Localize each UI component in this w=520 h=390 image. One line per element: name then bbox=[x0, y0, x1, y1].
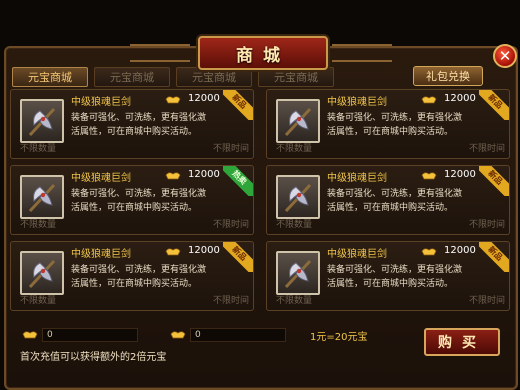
item-card[interactable]: 中级狼魂巨剑 12000 装备可强化、可洗练，更有强化激活属性，可在商城中购买活动。… bbox=[10, 241, 254, 311]
item-time-limit: 不限时间 bbox=[468, 220, 505, 230]
item-name: 中级狼魂巨剑 bbox=[71, 97, 131, 108]
item-card[interactable]: 中级狼魂巨剑 12000 装备可强化、可洗练，更有强化激活属性，可在商城中购买活动。… bbox=[10, 89, 254, 159]
item-quantity-limit: 不限数量 bbox=[20, 144, 57, 154]
item-description: 装备可强化、可洗练，更有强化激活属性，可在商城中购买活动。 bbox=[71, 113, 207, 137]
item-badge: 新品 bbox=[479, 242, 509, 272]
gold-ingot-icon bbox=[421, 96, 437, 104]
item-time-limit: 不限时间 bbox=[212, 296, 249, 306]
item-card[interactable]: 中级狼魂巨剑 12000 装备可强化、可洗练，更有强化激活属性，可在商城中购买活动。… bbox=[266, 165, 510, 235]
item-card[interactable]: 中级狼魂巨剑 12000 装备可强化、可洗练，更有强化激活属性，可在商城中购买活动。… bbox=[266, 89, 510, 159]
item-time-limit: 不限时间 bbox=[212, 220, 249, 230]
item-price: 12000 bbox=[444, 169, 476, 180]
item-price: 12000 bbox=[444, 245, 476, 256]
battle-axe-icon bbox=[20, 175, 64, 219]
item-description: 装备可强化、可洗练，更有强化激活属性，可在商城中购买活动。 bbox=[327, 265, 463, 289]
title-wing-right bbox=[332, 44, 392, 62]
battle-axe-icon bbox=[20, 251, 64, 295]
item-badge: 热卖 bbox=[223, 166, 253, 196]
gold-ingot-icon bbox=[165, 96, 181, 104]
gold-ingot-icon bbox=[165, 248, 181, 256]
item-badge-label: 新品 bbox=[479, 166, 509, 196]
window-title: 商城 bbox=[198, 36, 328, 70]
battle-axe-icon bbox=[20, 99, 64, 143]
item-price: 12000 bbox=[188, 169, 220, 180]
item-description: 装备可强化、可洗练，更有强化激活属性，可在商城中购买活动。 bbox=[327, 189, 463, 213]
item-time-limit: 不限时间 bbox=[468, 296, 505, 306]
item-time-limit: 不限时间 bbox=[212, 144, 249, 154]
battle-axe-icon bbox=[276, 251, 320, 295]
item-badge-label: 新品 bbox=[479, 242, 509, 272]
item-description: 装备可强化、可洗练，更有强化激活属性，可在商城中购买活动。 bbox=[71, 189, 207, 213]
gift-redeem-button[interactable]: 礼包兑换 bbox=[413, 66, 483, 86]
item-quantity-limit: 不限数量 bbox=[276, 296, 313, 306]
item-price: 12000 bbox=[444, 93, 476, 104]
item-badge: 新品 bbox=[479, 90, 509, 120]
item-name: 中级狼魂巨剑 bbox=[71, 173, 131, 184]
item-quantity-limit: 不限数量 bbox=[276, 220, 313, 230]
item-grid: 中级狼魂巨剑 12000 装备可强化、可洗练，更有强化激活属性，可在商城中购买活动。… bbox=[10, 89, 510, 317]
gold-ingot-icon bbox=[165, 172, 181, 180]
item-time-limit: 不限时间 bbox=[468, 144, 505, 154]
gold-ingot-icon bbox=[421, 248, 437, 256]
item-badge-label: 新品 bbox=[223, 90, 253, 120]
first-recharge-tip: 首次充值可以获得额外的2倍元宝 bbox=[20, 352, 167, 363]
battle-axe-icon bbox=[276, 99, 320, 143]
silver-ingot-icon bbox=[170, 331, 186, 339]
exchange-rate: 1元=20元宝 bbox=[310, 332, 368, 343]
gold-ingot-icon bbox=[22, 331, 38, 339]
item-description: 装备可强化、可洗练，更有强化激活属性，可在商城中购买活动。 bbox=[71, 265, 207, 289]
close-icon[interactable]: ✕ bbox=[493, 44, 517, 68]
item-description: 装备可强化、可洗练，更有强化激活属性，可在商城中购买活动。 bbox=[327, 113, 463, 137]
tab-yuanbao-shop-1[interactable]: 元宝商城 bbox=[12, 67, 88, 87]
item-name: 中级狼魂巨剑 bbox=[327, 97, 387, 108]
item-quantity-limit: 不限数量 bbox=[276, 144, 313, 154]
item-badge-label: 热卖 bbox=[223, 166, 253, 196]
item-name: 中级狼魂巨剑 bbox=[327, 249, 387, 260]
tab-yuanbao-shop-4[interactable]: 元宝商城 bbox=[258, 67, 334, 87]
gold-ingot-icon bbox=[421, 172, 437, 180]
item-price: 12000 bbox=[188, 245, 220, 256]
bottom-bar: 0 0 1元=20元宝 首次充值可以获得额外的2倍元宝 购买 bbox=[10, 320, 510, 382]
item-badge: 新品 bbox=[223, 242, 253, 272]
item-badge-label: 新品 bbox=[223, 242, 253, 272]
battle-axe-icon bbox=[276, 175, 320, 219]
tab-yuanbao-shop-2[interactable]: 元宝商城 bbox=[94, 67, 170, 87]
yuanbao-balance-field: 0 bbox=[42, 328, 138, 342]
item-name: 中级狼魂巨剑 bbox=[327, 173, 387, 184]
item-price: 12000 bbox=[188, 93, 220, 104]
item-badge: 新品 bbox=[479, 166, 509, 196]
tab-yuanbao-shop-3[interactable]: 元宝商城 bbox=[176, 67, 252, 87]
title-wing-left bbox=[130, 44, 190, 62]
bound-yuanbao-balance-field: 0 bbox=[190, 328, 286, 342]
buy-button[interactable]: 购买 bbox=[424, 328, 500, 356]
item-quantity-limit: 不限数量 bbox=[20, 296, 57, 306]
item-badge-label: 新品 bbox=[479, 90, 509, 120]
item-badge: 新品 bbox=[223, 90, 253, 120]
item-card[interactable]: 中级狼魂巨剑 12000 装备可强化、可洗练，更有强化激活属性，可在商城中购买活动。… bbox=[10, 165, 254, 235]
item-name: 中级狼魂巨剑 bbox=[71, 249, 131, 260]
item-card[interactable]: 中级狼魂巨剑 12000 装备可强化、可洗练，更有强化激活属性，可在商城中购买活动。… bbox=[266, 241, 510, 311]
item-quantity-limit: 不限数量 bbox=[20, 220, 57, 230]
